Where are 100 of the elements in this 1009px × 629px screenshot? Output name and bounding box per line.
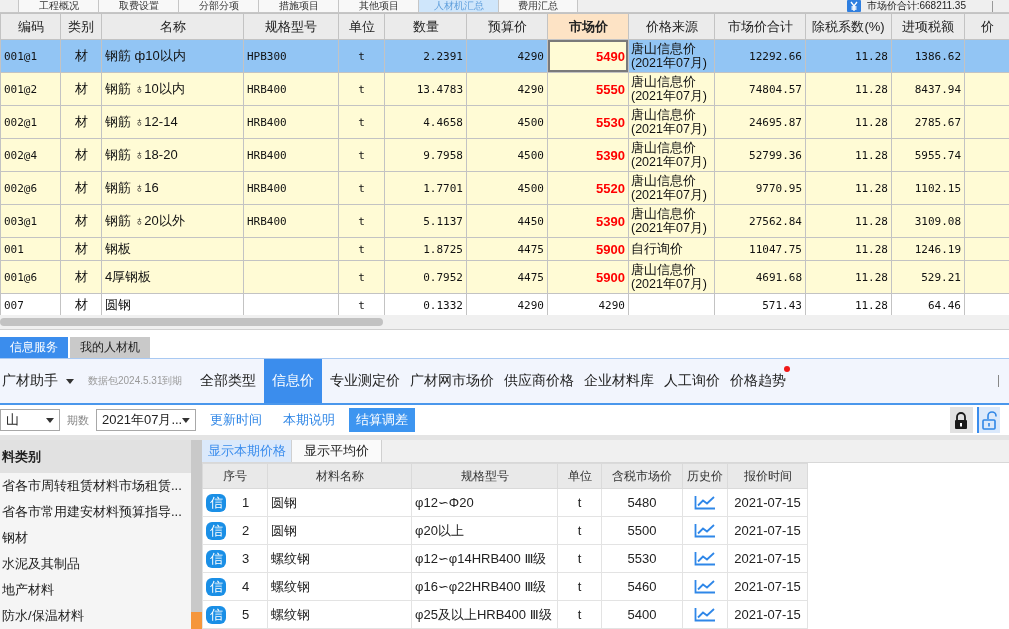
tax-factor-cell: 11.28 — [805, 171, 892, 205]
quantity-cell: 9.7958 — [384, 138, 467, 172]
unit-cell: t — [338, 237, 385, 261]
material-name-cell: 圆钢 — [267, 516, 412, 545]
category-item[interactable]: 钢材 — [0, 525, 191, 551]
budget-price-cell: 4500 — [466, 138, 548, 172]
line-chart-icon[interactable] — [694, 579, 716, 594]
date-cell: 2021-07-15 — [727, 572, 808, 601]
price-cell: 5530 — [601, 544, 683, 573]
tab[interactable]: 措施项目 — [258, 0, 338, 12]
scrollbar-track[interactable] — [191, 440, 202, 629]
column-header: 含税市场价 — [601, 463, 683, 489]
category-item[interactable]: 水泥及其制品 — [0, 551, 191, 577]
price-cell: 5500 — [601, 516, 683, 545]
category-item[interactable]: 防水/保温材料 — [0, 603, 191, 629]
quantity-cell: 1.8725 — [384, 237, 467, 261]
line-chart-icon[interactable] — [694, 523, 716, 538]
material-name-cell: 螺纹钢 — [267, 544, 412, 573]
scrollbar-thumb[interactable] — [191, 612, 202, 629]
column-header: 进项税额 — [891, 13, 965, 40]
budget-price-cell: 4475 — [466, 237, 548, 261]
column-header: 规格型号 — [243, 13, 339, 40]
column-header: 名称 — [101, 13, 244, 40]
column-header: 序号 — [202, 463, 268, 489]
column-header: 编码 — [0, 13, 61, 40]
column-header: 数量 — [384, 13, 467, 40]
tab[interactable]: 分部分项 — [178, 0, 258, 12]
line-chart-icon[interactable] — [694, 551, 716, 566]
price-type-tab[interactable]: 全部类型 — [194, 359, 261, 403]
name-cell: 钢筋 ♁20以外 — [101, 204, 244, 238]
input-tax-cell: 8437.94 — [891, 72, 965, 106]
date-cell: 2021-07-15 — [727, 544, 808, 573]
package-note: 数据包2024.5.31到期 — [88, 374, 183, 388]
code-cell: 002@4 — [0, 138, 61, 172]
table-row[interactable]: 007 材 圆钢 t 0.1332 4290 4290 571.43 11.28 64.46 — [0, 293, 1009, 315]
price-source-cell: 唐山信息价 (2021年07月) — [628, 171, 715, 205]
budget-price-cell: 4500 — [466, 171, 548, 205]
category-item[interactable]: 省各市常用建安材料预算指导... — [0, 499, 191, 525]
unit-cell: t — [557, 516, 602, 545]
name-cell: 4厚钢板 — [101, 260, 244, 294]
category-cell: 材 — [60, 237, 102, 261]
input-tax-cell: 2785.67 — [891, 105, 965, 139]
budget-price-cell: 4500 — [466, 105, 548, 139]
tab[interactable]: 取费设置 — [98, 0, 178, 12]
tab[interactable]: 显示平均价 — [292, 440, 382, 462]
region-dropdown[interactable]: 山 — [0, 409, 60, 431]
line-chart-icon[interactable] — [694, 607, 716, 622]
category-item[interactable]: 省各市周转租赁材料市场租赁... — [0, 473, 191, 499]
market-total-cell: 11047.75 — [714, 237, 806, 261]
column-header: 预算价 — [466, 13, 548, 40]
name-cell: 钢筋 ♁18-20 — [101, 138, 244, 172]
spec-cell: HRB400 — [243, 72, 339, 106]
spec-cell: HRB400 — [243, 105, 339, 139]
scrollbar-track[interactable] — [0, 315, 1009, 329]
material-name-cell: 圆钢 — [267, 488, 412, 517]
price-source-cell: 唐山信息价 (2021年07月) — [628, 72, 715, 106]
price-source-cell: 唐山信息价 (2021年07月) — [628, 260, 715, 294]
unlock-icon — [980, 410, 999, 430]
caret-icon — [66, 378, 74, 384]
spec-cell: HPB300 — [243, 39, 339, 73]
code-cell: 001@1 — [0, 39, 61, 73]
code-cell: 001@2 — [0, 72, 61, 106]
quantity-cell: 5.1137 — [384, 204, 467, 238]
code-cell: 003@1 — [0, 204, 61, 238]
tab[interactable]: 费用汇总 — [498, 0, 578, 12]
tab[interactable]: 其他项目 — [338, 0, 418, 12]
price-type-tab[interactable]: 企业材料库 — [578, 359, 659, 403]
tab[interactable]: 工程概况 — [18, 0, 98, 12]
price-source-cell: 自行询价 — [628, 237, 715, 261]
caret-icon — [46, 417, 54, 423]
column-header: 单位 — [338, 13, 385, 40]
category-item[interactable]: 地产材料 — [0, 577, 191, 603]
price-type-tab[interactable]: 供应商价格 — [498, 359, 579, 403]
lock-button[interactable] — [950, 407, 973, 433]
scrollbar-thumb[interactable] — [0, 318, 383, 326]
code-cell: 002@6 — [0, 171, 61, 205]
quantity-cell: 0.7952 — [384, 260, 467, 294]
tab[interactable]: 我的人材机 — [70, 337, 150, 358]
table-row[interactable]: 001 材 钢板 t 1.8725 4475 5900 自行询价 11047.75 11.28 1246.19 — [0, 237, 1009, 261]
assistant-dropdown[interactable]: 广材助手 — [0, 359, 74, 403]
line-chart-icon[interactable] — [694, 495, 716, 510]
tax-factor-cell: 11.28 — [805, 39, 892, 73]
market-price-cell: 5900 — [547, 260, 629, 294]
budget-price-cell: 4290 — [466, 72, 548, 106]
column-header: 规格型号 — [411, 463, 558, 489]
spec-cell: HRB400 — [243, 171, 339, 205]
source-badge: 信 — [206, 605, 226, 624]
period-dropdown[interactable]: 2021年07月... — [96, 409, 196, 431]
market-total-cell: 12292.66 — [714, 39, 806, 73]
price-type-tab[interactable]: 人工询价 — [658, 359, 725, 403]
price-type-tab[interactable]: 广材网市场价 — [404, 359, 499, 403]
tax-factor-cell: 11.28 — [805, 260, 892, 294]
price-type-tab[interactable]: 专业测定价 — [324, 359, 405, 403]
column-header: 市场价 — [547, 13, 629, 40]
code-cell: 001@6 — [0, 260, 61, 294]
unit-cell: t — [338, 171, 385, 205]
spec-cell: HRB400 — [243, 138, 339, 172]
unit-cell: t — [338, 72, 385, 106]
name-cell: 钢筋 ф10以内 — [101, 39, 244, 73]
price-type-tab[interactable]: 价格趋势 — [724, 359, 791, 403]
